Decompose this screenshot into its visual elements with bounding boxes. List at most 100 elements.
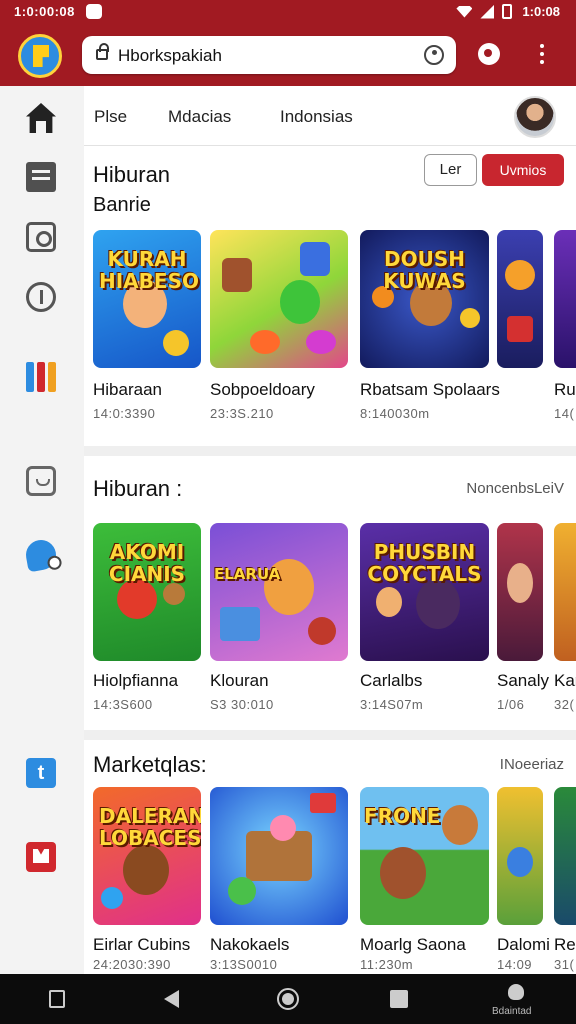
url-bar[interactable]: Hborkspakiah — [82, 36, 456, 74]
thumbnail-label: AKOMI CIANIS — [108, 540, 186, 586]
card-meta: 23:3S.210 — [210, 406, 274, 421]
card-title: Carlalbs — [360, 671, 423, 690]
game-thumbnail[interactable] — [554, 230, 576, 368]
card-title: Klouran — [210, 671, 269, 690]
t-app-icon[interactable]: t — [26, 758, 56, 788]
game-thumbnail[interactable] — [497, 787, 543, 925]
card-title: Nakokaels — [210, 935, 290, 954]
section-hiburan-2: Hiburan : NoncenbsLeiV AKOMI CIANIS Hiol… — [84, 456, 576, 730]
tab-plse[interactable]: Plse — [94, 107, 127, 127]
signal-icon — [480, 4, 495, 19]
card-meta: S3 30:010 — [210, 697, 274, 712]
sidebar: t — [0, 86, 84, 974]
home-icon[interactable] — [26, 103, 56, 133]
card-meta: 14( — [554, 406, 575, 421]
card-title: Kar — [554, 671, 576, 690]
game-thumbnail[interactable]: PHUSBIN COYCTALS — [360, 523, 489, 661]
game-thumbnail[interactable]: DALERAN LOBACES — [93, 787, 201, 925]
game-thumbnail[interactable] — [497, 523, 543, 661]
reload-icon[interactable] — [424, 45, 444, 65]
primary-button[interactable]: Uvmios — [482, 154, 564, 186]
section-hiburan: Hiburan Banrie Ler Uvmios KURAH HIABESO … — [84, 146, 576, 446]
url-text[interactable]: Hborkspakiah — [118, 46, 222, 66]
outline-button[interactable]: Ler — [424, 154, 477, 186]
status-right-group: 1:0:08 — [456, 4, 560, 19]
section-title: Hiburan : — [93, 476, 183, 501]
game-thumbnail[interactable]: FRONE — [360, 787, 489, 925]
game-thumbnail[interactable]: DOUSH KUWAS — [360, 230, 489, 368]
game-thumbnail[interactable]: KURAH HIABESO — [93, 230, 201, 368]
card-meta: 1/06 — [497, 697, 525, 712]
message-icon[interactable] — [26, 162, 56, 192]
section-subtitle: Banrie — [93, 194, 151, 216]
battery-icon — [502, 4, 513, 19]
card-title: Sanaly — [497, 671, 549, 690]
info-icon[interactable] — [26, 282, 56, 312]
game-thumbnail[interactable] — [497, 230, 543, 368]
notification-icon — [86, 4, 102, 19]
card-title: Hiolpfianna — [93, 671, 179, 690]
assistant-icon[interactable] — [508, 984, 524, 1000]
avatar[interactable] — [514, 96, 556, 138]
section-marketplace: Marketqlas: INoeeriaz DALERAN LOBACES Ei… — [84, 740, 576, 974]
game-thumbnail[interactable]: ELARUA — [210, 523, 348, 661]
overview-icon[interactable] — [390, 990, 408, 1008]
game-thumbnail[interactable] — [554, 787, 576, 925]
section-link[interactable]: NoncenbsLeiV — [466, 480, 564, 497]
system-nav-bar: Bdaintad — [0, 974, 576, 1024]
game-thumbnail[interactable] — [210, 230, 348, 368]
card-title: Eirlar Cubins — [93, 935, 191, 954]
card-meta: 8:140030m — [360, 406, 430, 421]
card-meta: 14:0:3390 — [93, 406, 156, 421]
back-icon[interactable] — [164, 990, 179, 1008]
tab-indonsias[interactable]: Indonsias — [280, 107, 353, 127]
thumbnail-label: DOUSH KUWAS — [383, 247, 466, 293]
card-title: Moarlg Saona — [360, 935, 466, 954]
thumbnail-label: FRONE — [364, 804, 441, 828]
camera-icon[interactable] — [26, 222, 56, 252]
wifi-icon — [456, 5, 473, 18]
tab-bar: Plse Mdacias Indonsias — [84, 86, 576, 146]
card-title: Re — [554, 935, 576, 954]
game-thumbnail[interactable] — [554, 523, 576, 661]
card-title: Rbatsam Spolaars — [360, 380, 500, 399]
status-bar: 1:0:00:08 1:0:08 — [0, 0, 576, 24]
main-content: Hiburan Banrie Ler Uvmios KURAH HIABESO … — [84, 146, 576, 974]
m-app-icon[interactable] — [26, 842, 56, 872]
status-time-left: 1:0:00:08 — [14, 4, 75, 19]
lock-icon — [96, 43, 109, 60]
top-app-bar: 1:0:00:08 1:0:08 Hborkspakiah — [0, 0, 576, 86]
assistant-label: Bdaintad — [492, 1006, 532, 1017]
card-title: Hibaraan — [93, 380, 162, 399]
card-meta: 14:3S600 — [93, 697, 153, 712]
thumbnail-label: DALERAN LOBACES — [99, 804, 201, 850]
home-button-icon[interactable] — [277, 988, 299, 1010]
section-title: Marketqlas: — [93, 752, 207, 777]
tab-mdacias[interactable]: Mdacias — [168, 107, 231, 127]
more-vert-icon[interactable] — [537, 44, 547, 66]
card-meta: 3:14S07m — [360, 697, 424, 712]
game-thumbnail[interactable] — [210, 787, 348, 925]
apps-grid-icon[interactable] — [26, 362, 56, 392]
thumbnail-label: KURAH HIABESO — [99, 247, 199, 293]
recents-icon[interactable] — [49, 990, 65, 1008]
app-logo-icon[interactable] — [18, 34, 62, 78]
status-time-right: 1:0:08 — [522, 4, 560, 19]
game-thumbnail[interactable]: AKOMI CIANIS — [93, 523, 201, 661]
chat-icon[interactable] — [23, 537, 59, 573]
section-link[interactable]: INoeeriaz — [500, 756, 564, 773]
card-meta: 32( — [554, 697, 575, 712]
thumbnail-label: PHUSBIN COYCTALS — [367, 540, 482, 586]
card-title: Ru — [554, 380, 576, 399]
card-meta: 24:2030:390 — [93, 957, 171, 972]
section-title: Hiburan — [93, 162, 171, 187]
card-meta: 11:230m — [360, 957, 414, 972]
card-meta: 3:13S0010 — [210, 957, 278, 972]
search-icon[interactable] — [478, 43, 500, 65]
card-meta: 31( — [554, 957, 575, 972]
thumbnail-label: ELARUA — [214, 565, 281, 583]
bag-icon[interactable] — [26, 466, 56, 496]
card-meta: 14:09 — [497, 957, 533, 972]
card-title: Sobpoeldoary — [210, 380, 315, 399]
card-title: Dalomi — [497, 935, 550, 954]
